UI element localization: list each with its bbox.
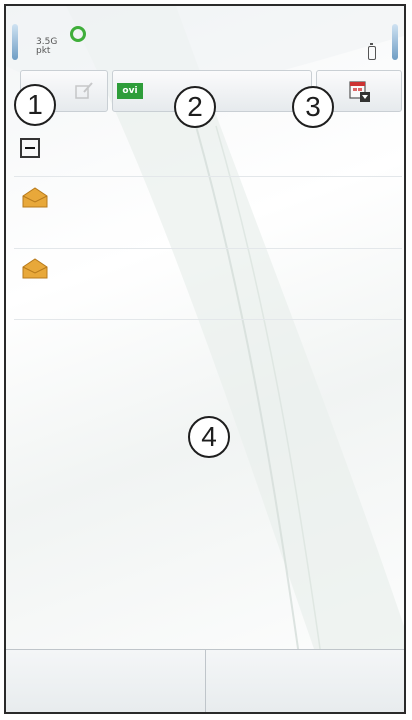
callout-2: 2 [174, 86, 216, 128]
green-ring-icon [70, 26, 86, 42]
list-item[interactable] [14, 249, 402, 320]
phone-screen: 3.5G pkt ovi 1 2 3 4 [4, 4, 406, 714]
status-bar: 3.5G pkt [6, 6, 404, 68]
right-softkey[interactable] [206, 650, 404, 712]
list-item[interactable] [14, 178, 402, 249]
status-edge-left [12, 24, 18, 60]
ovi-icon: ovi [117, 83, 143, 99]
folder-collapse-row[interactable] [14, 122, 402, 177]
mail-envelope-icon [22, 258, 48, 279]
calendar-icon [349, 81, 370, 102]
left-softkey[interactable] [6, 650, 206, 712]
battery-icon [368, 43, 376, 60]
new-message-icon [75, 82, 93, 99]
collapse-minus-icon[interactable] [20, 138, 40, 158]
status-edge-right [392, 24, 398, 60]
softkey-bar [6, 649, 404, 712]
callout-3: 3 [292, 86, 334, 128]
signal-sub-label: pkt [36, 46, 51, 56]
callout-4: 4 [188, 416, 230, 458]
signal-indicator: 3.5G pkt [36, 38, 57, 56]
mail-envelope-icon [22, 187, 48, 208]
callout-1: 1 [14, 84, 56, 126]
